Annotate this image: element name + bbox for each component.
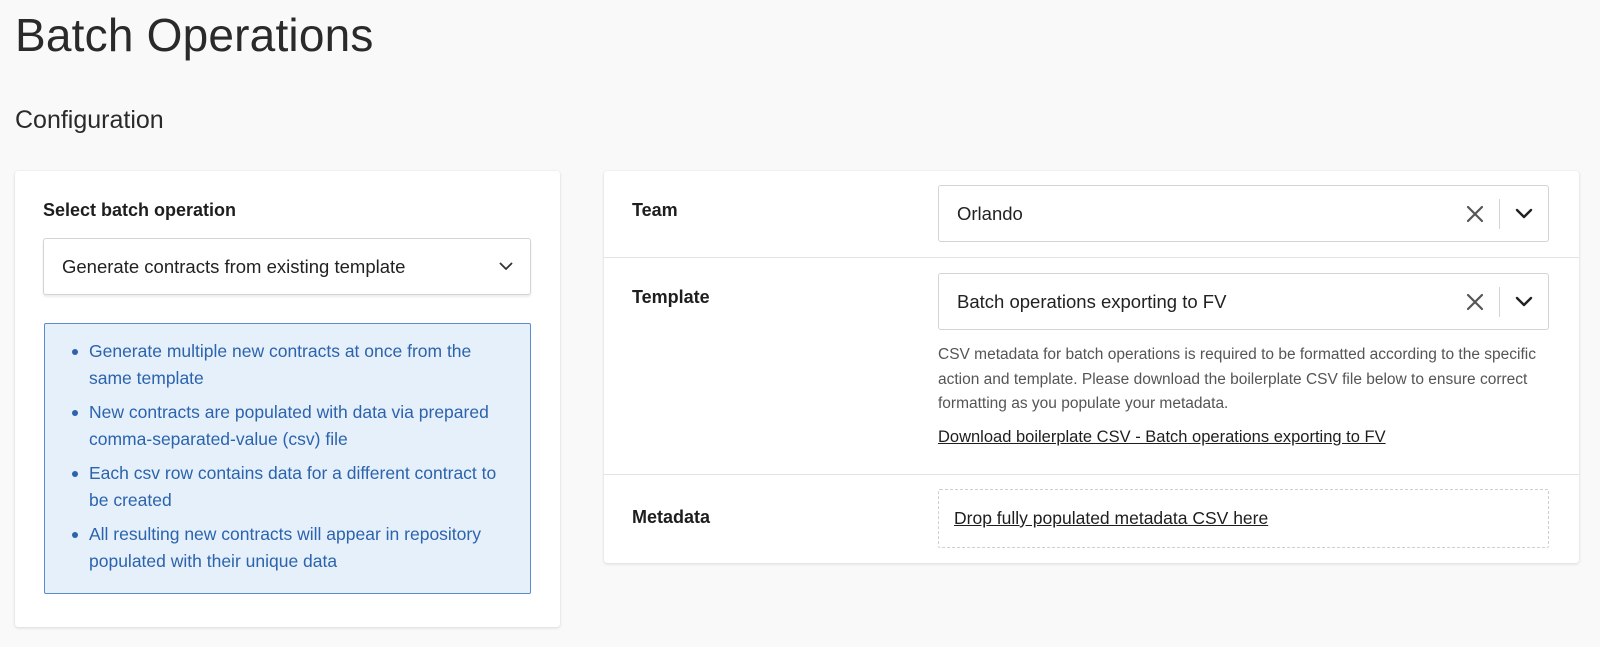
operation-info-box: Generate multiple new contracts at once … <box>44 323 531 594</box>
template-clear-button[interactable] <box>1451 274 1499 329</box>
batch-operation-select-value: Generate contracts from existing templat… <box>62 255 406 277</box>
team-label: Team <box>632 200 678 220</box>
template-select-value: Batch operations exporting to FV <box>957 290 1227 312</box>
team-select-value: Orlando <box>957 202 1023 224</box>
chevron-down-icon <box>1515 296 1533 307</box>
metadata-dropzone-text[interactable]: Drop fully populated metadata CSV here <box>954 508 1268 529</box>
row-divider <box>604 474 1579 475</box>
batch-operation-select[interactable]: Generate contracts from existing templat… <box>43 238 531 295</box>
template-help-text: CSV metadata for batch operations is req… <box>938 346 1536 412</box>
operation-info-list: Generate multiple new contracts at once … <box>71 338 512 574</box>
template-select[interactable]: Batch operations exporting to FV <box>938 273 1549 330</box>
info-list-item: Generate multiple new contracts at once … <box>72 338 512 391</box>
team-dropdown-button[interactable] <box>1500 186 1548 241</box>
page-title: Batch Operations <box>15 9 374 61</box>
batch-operation-card: Select batch operation Generate contract… <box>15 171 560 627</box>
team-select[interactable]: Orlando <box>938 185 1549 242</box>
close-icon <box>1466 205 1484 223</box>
close-icon <box>1466 293 1484 311</box>
chevron-down-icon <box>482 262 530 271</box>
row-divider <box>604 257 1579 258</box>
chevron-down-icon <box>1515 208 1533 219</box>
template-dropdown-button[interactable] <box>1500 274 1548 329</box>
section-title: Configuration <box>15 106 164 134</box>
team-clear-button[interactable] <box>1451 186 1499 241</box>
info-list-item: All resulting new contracts will appear … <box>72 521 512 574</box>
metadata-label: Metadata <box>632 507 711 527</box>
template-label: Template <box>632 287 710 307</box>
info-list-item: New contracts are populated with data vi… <box>72 399 512 452</box>
info-list-item: Each csv row contains data for a differe… <box>72 460 512 513</box>
download-boilerplate-csv-link[interactable]: Download boilerplate CSV - Batch operati… <box>938 428 1386 447</box>
metadata-dropzone[interactable]: Drop fully populated metadata CSV here <box>938 489 1549 548</box>
configuration-card: Team Orlando Template Batch operations e… <box>604 171 1579 563</box>
select-batch-operation-label: Select batch operation <box>43 200 237 220</box>
